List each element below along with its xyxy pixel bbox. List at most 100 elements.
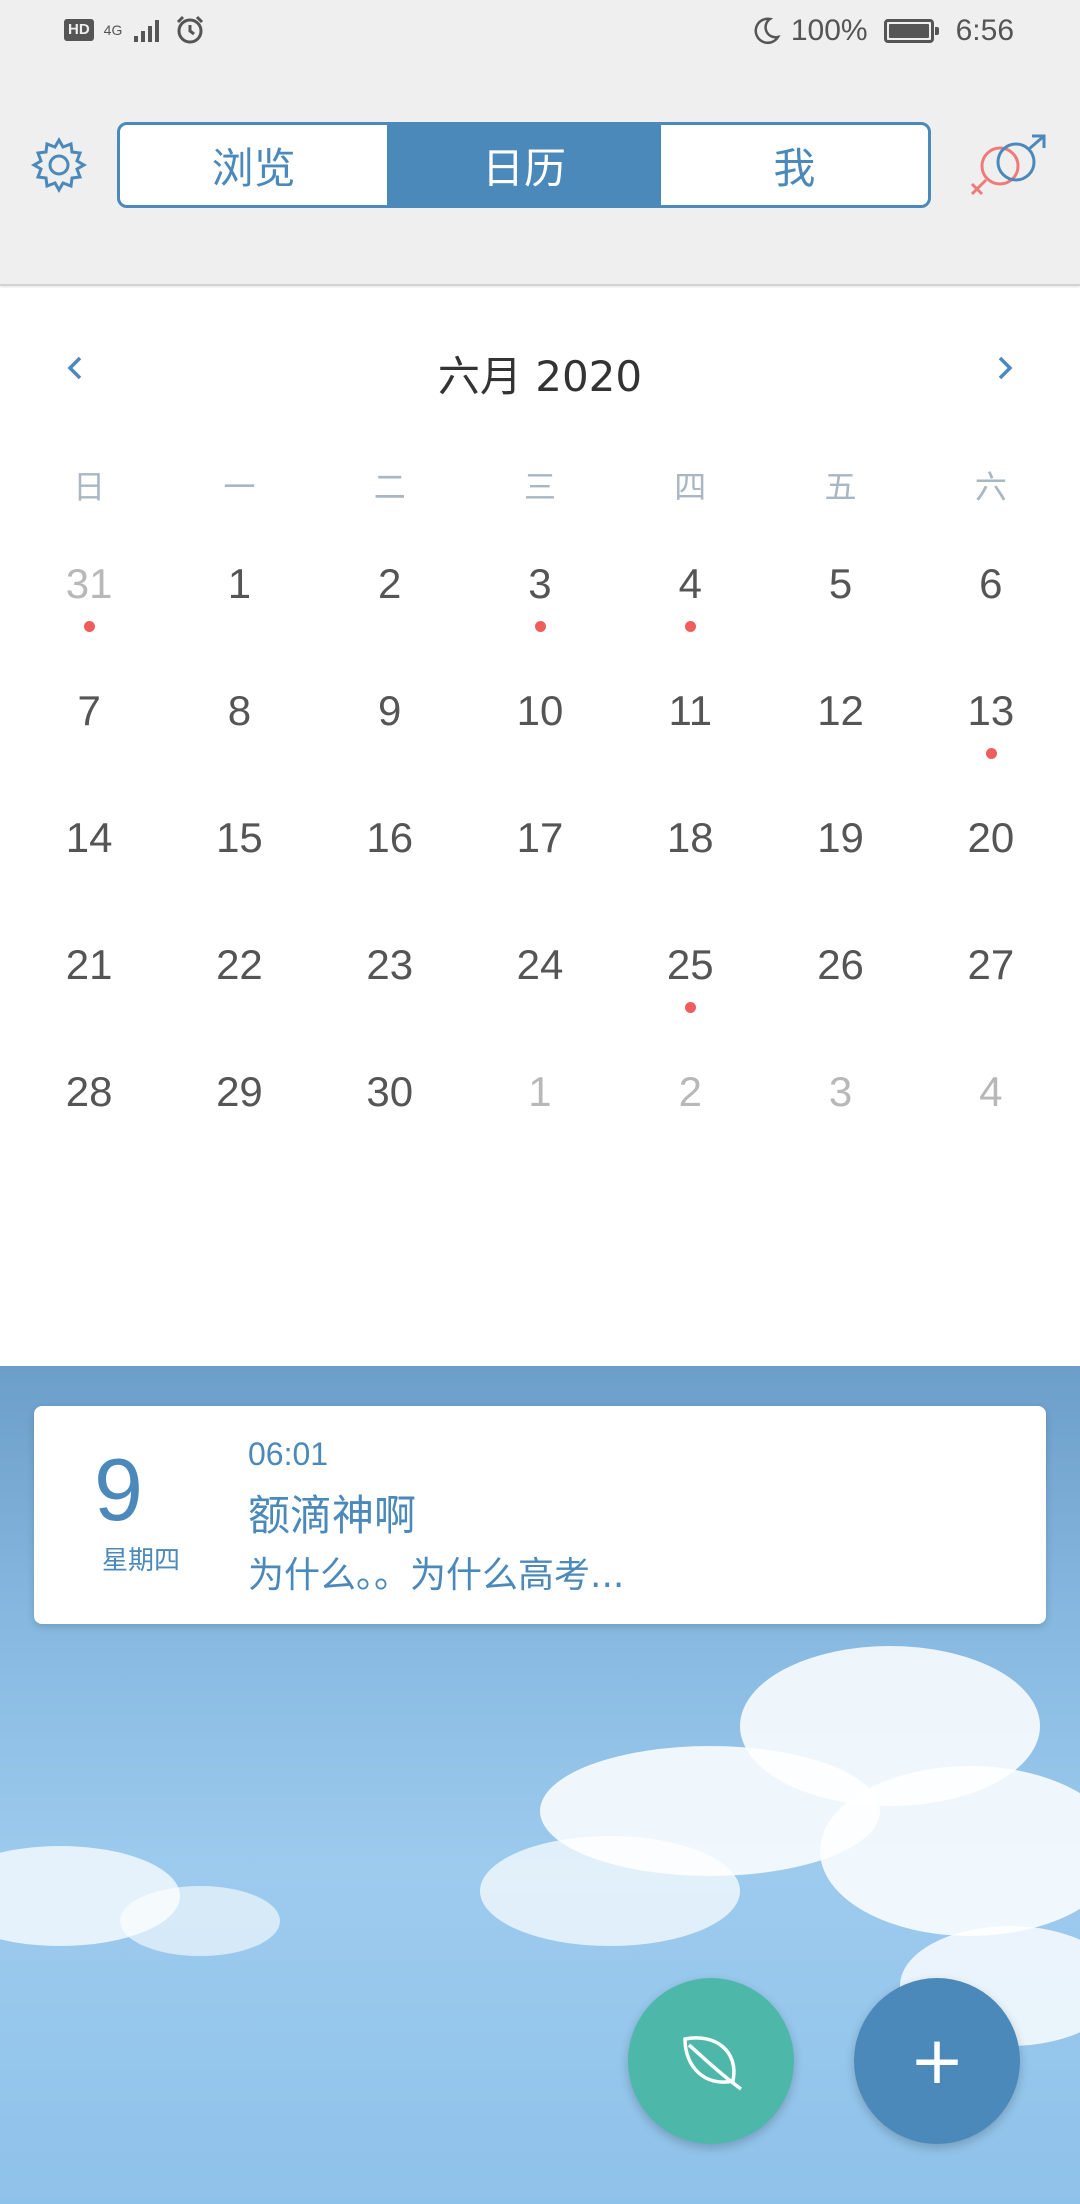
day-number: 7: [77, 687, 101, 734]
clock-time: 6:56: [955, 14, 1014, 47]
settings-button[interactable]: [30, 136, 88, 194]
calendar-day[interactable]: 19: [765, 810, 915, 937]
day-number: 1: [528, 1068, 552, 1115]
day-number: 21: [65, 941, 113, 988]
status-right: 100% 6:56: [751, 14, 1014, 48]
calendar-day[interactable]: 23: [315, 937, 465, 1064]
calendar-day[interactable]: 12: [765, 683, 915, 810]
day-number: 4: [979, 1068, 1003, 1115]
calendar-day[interactable]: 27: [916, 937, 1066, 1064]
day-number: 13: [967, 687, 1015, 734]
partner-button[interactable]: [962, 132, 1052, 202]
add-entry-button[interactable]: +: [854, 1978, 1020, 2144]
calendar-day[interactable]: 6: [916, 556, 1066, 683]
day-number: 20: [967, 814, 1015, 861]
day-number: 2: [678, 1068, 702, 1115]
day-number: 6: [979, 560, 1003, 607]
entry-dot: [985, 748, 997, 759]
calendar-day[interactable]: 1: [164, 556, 314, 683]
battery-icon: [883, 19, 939, 43]
calendar-day[interactable]: 28: [14, 1064, 164, 1191]
calendar-day[interactable]: 1: [465, 1064, 615, 1191]
calendar-day[interactable]: 8: [164, 683, 314, 810]
calendar-day[interactable]: 4: [916, 1064, 1066, 1191]
diary-entry-card[interactable]: 9 星期四 06:01 额滴神啊 为什么。。为什么高考...: [34, 1406, 1046, 1624]
day-number: 26: [817, 941, 864, 988]
calendar-day[interactable]: 9: [315, 683, 465, 810]
weekday-label: 六: [974, 468, 1007, 506]
day-number: 14: [65, 814, 113, 861]
calendar-day[interactable]: 24: [465, 937, 615, 1064]
calendar-day[interactable]: 16: [315, 810, 465, 937]
calendar-day[interactable]: 21: [14, 937, 164, 1064]
week-row: 21 22 23 24 25 26 27: [14, 937, 1066, 1064]
week-row: 28 29 30 1 2 3 4: [14, 1064, 1066, 1191]
entry-time: 06:01: [248, 1436, 329, 1472]
calendar-day[interactable]: 29: [164, 1064, 314, 1191]
calendar-day[interactable]: 17: [465, 810, 615, 937]
day-number: 27: [967, 941, 1015, 988]
moon-icon: [754, 17, 781, 44]
leaf-button[interactable]: [628, 1978, 794, 2144]
month-calendar: 六月 2020 日 一 二 三 四 五 六 31 1 2 3 4 5 6 7 8 9 10 11 12 1…: [0, 288, 1080, 1368]
calendar-day[interactable]: 10: [465, 683, 615, 810]
day-number: 9: [378, 687, 402, 734]
calendar-day[interactable]: 14: [14, 810, 164, 937]
next-month-button[interactable]: [984, 348, 1024, 388]
entry-dot: [84, 621, 96, 632]
alarm-icon: [177, 15, 204, 44]
day-number: 15: [216, 814, 263, 861]
calendar-day[interactable]: 18: [615, 810, 765, 937]
calendar-day[interactable]: 2: [315, 556, 465, 683]
entry-dot: [534, 621, 546, 632]
week-row: 7 8 9 10 11 12 13: [14, 683, 1066, 810]
day-number: 2: [378, 560, 402, 607]
entry-dot: [685, 621, 697, 632]
hd-badge: HD: [64, 19, 94, 41]
weekday-label: 二: [373, 468, 406, 506]
plus-icon: +: [909, 2022, 965, 2099]
day-grid: 31 1 2 3 4 5 6 7 8 9 10 11 12 13 14 15 16 17 18 19 20 21 22 23 2…: [0, 556, 1080, 1191]
day-number: 4: [678, 560, 702, 607]
week-row: 31 1 2 3 4 5 6: [14, 556, 1066, 683]
calendar-day[interactable]: 11: [615, 683, 765, 810]
calendar-day[interactable]: 3: [465, 556, 615, 683]
entry-weekday: 星期四: [102, 1546, 181, 1576]
tab-browse[interactable]: 浏览: [120, 125, 391, 205]
weekday-label: 日: [73, 468, 106, 506]
calendar-day[interactable]: 30: [315, 1064, 465, 1191]
day-number: 1: [227, 560, 252, 607]
day-number: 29: [216, 1068, 263, 1115]
calendar-day[interactable]: 5: [765, 556, 915, 683]
top-app-bar: 浏览 日历 我: [0, 66, 1080, 286]
calendar-day[interactable]: 22: [164, 937, 314, 1064]
calendar-day[interactable]: 26: [765, 937, 915, 1064]
calendar-day[interactable]: 13: [916, 683, 1066, 810]
calendar-day[interactable]: 20: [916, 810, 1066, 937]
day-number: 16: [366, 814, 414, 861]
calendar-day[interactable]: 2: [615, 1064, 765, 1191]
calendar-day[interactable]: 4: [615, 556, 765, 683]
day-number: 22: [216, 941, 263, 988]
entry-title: 额滴神啊: [248, 1491, 417, 1540]
tab-me[interactable]: 我: [661, 125, 928, 205]
day-number: 24: [516, 941, 564, 988]
calendar-day[interactable]: 15: [164, 810, 314, 937]
gear-icon: [30, 136, 88, 194]
signal-icon: [134, 20, 160, 42]
calendar-day[interactable]: 31: [14, 556, 164, 683]
tab-calendar[interactable]: 日历: [390, 125, 661, 205]
gender-symbols-icon: [970, 134, 1046, 196]
calendar-day[interactable]: 7: [14, 683, 164, 810]
network-type: 4G: [103, 22, 123, 38]
day-number: 17: [516, 814, 564, 861]
day-number: 19: [817, 814, 864, 861]
weekday-label: 三: [523, 468, 556, 506]
weekday-label: 四: [674, 468, 707, 506]
calendar-day[interactable]: 3: [765, 1064, 915, 1191]
entry-day-number: 9: [94, 1440, 143, 1539]
entry-dot: [685, 1002, 697, 1013]
chevron-right-icon: [998, 356, 1013, 380]
day-number: 10: [516, 687, 564, 734]
calendar-day[interactable]: 25: [615, 937, 765, 1064]
